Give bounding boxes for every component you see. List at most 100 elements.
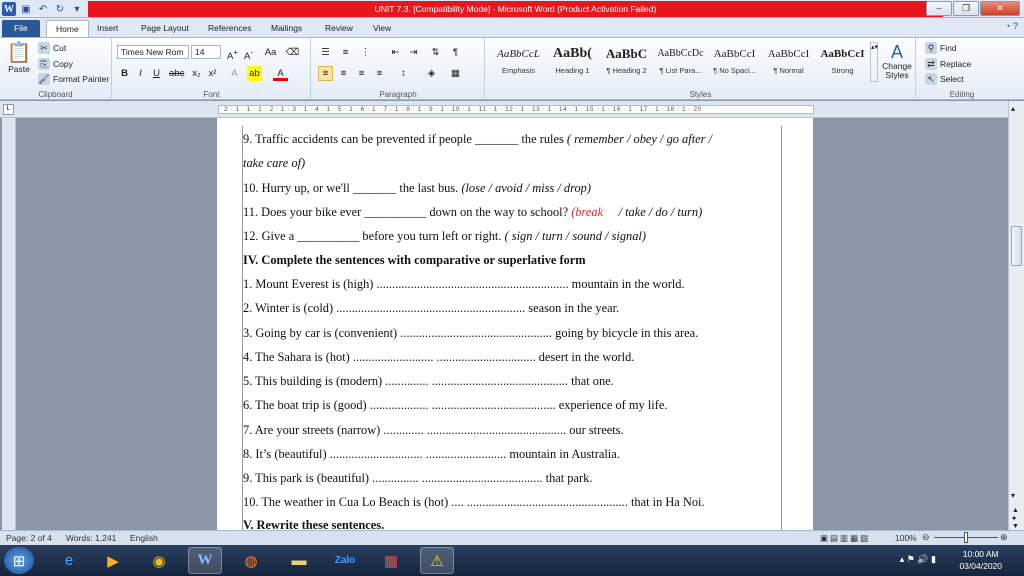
style-no-spacing[interactable]: AaBbCcI ¶ No Spaci...	[708, 42, 761, 82]
sentence-1[interactable]: 1. Mount Everest is (high) .............…	[243, 276, 685, 292]
chrome-icon[interactable]: ◉	[142, 547, 176, 574]
style-heading-2[interactable]: AaBbC ¶ Heading 2	[600, 42, 653, 82]
zoom-in-icon[interactable]: ⊕	[1000, 532, 1008, 543]
font-size-select[interactable]: 14	[191, 45, 221, 59]
font-color-icon[interactable]: A	[273, 66, 288, 81]
style-strong[interactable]: AaBbCcI Strong	[816, 42, 869, 82]
next-page-icon[interactable]: ▼	[1012, 523, 1019, 530]
browse-object-icon[interactable]: ●	[1012, 515, 1016, 522]
select-button[interactable]: ↖ Select	[925, 73, 964, 85]
increase-indent-icon[interactable]: ⇥	[406, 45, 421, 60]
tab-home[interactable]: Home	[46, 20, 89, 37]
underline-icon[interactable]: U	[149, 66, 164, 81]
file-explorer-icon[interactable]: ▬	[282, 547, 316, 574]
styles-scroll-icon[interactable]: ▴▾	[870, 42, 878, 82]
save-icon[interactable]: ▣	[19, 2, 33, 16]
replace-button[interactable]: ⇄ Replace	[925, 58, 971, 70]
tab-insert[interactable]: Insert	[88, 20, 127, 37]
align-center-icon[interactable]: ≡	[336, 66, 351, 81]
borders-icon[interactable]: ▦	[448, 66, 463, 81]
word-app-icon[interactable]: W	[2, 2, 16, 16]
tab-review[interactable]: Review	[316, 20, 362, 37]
align-left-icon[interactable]: ≡	[318, 66, 333, 81]
ruler-scale[interactable]: · 2 · 1 · 1 · 1 · 2 · 1 · 3 · 1 · 4 · 1 …	[218, 105, 814, 114]
superscript-icon[interactable]: x²	[205, 66, 220, 81]
shrink-font-icon[interactable]: A-	[241, 45, 256, 62]
tab-view[interactable]: View	[364, 20, 400, 37]
sentence-10[interactable]: 10. The weather in Cua Lo Beach is (hot)…	[243, 494, 705, 510]
italic-icon[interactable]: I	[133, 66, 148, 81]
format-painter-button[interactable]: 🖌 Format Painter	[38, 73, 109, 85]
minimize-button[interactable]: –	[926, 1, 952, 16]
word-count[interactable]: Words: 1,241	[66, 533, 116, 543]
cut-button[interactable]: ✂ Cut	[38, 42, 66, 54]
question-9-cont[interactable]: take care of)	[243, 155, 305, 171]
justify-icon[interactable]: ≡	[372, 66, 387, 81]
media-player-icon[interactable]: ▶	[96, 547, 130, 574]
zoom-level[interactable]: 100%	[895, 533, 917, 543]
grow-font-icon[interactable]: A+	[225, 45, 240, 62]
zoom-out-icon[interactable]: ⊖	[922, 532, 930, 543]
zoom-thumb[interactable]	[964, 532, 968, 543]
find-button[interactable]: ⚲ Find	[925, 42, 957, 54]
firefox-icon[interactable]: ◍	[234, 547, 268, 574]
prev-page-icon[interactable]: ▲	[1012, 507, 1019, 514]
style-normal[interactable]: AaBbCcI ¶ Normal	[762, 42, 815, 82]
tab-mailings[interactable]: Mailings	[262, 20, 311, 37]
paste-button[interactable]: 📋 Paste	[6, 42, 32, 74]
close-button[interactable]: ✕	[980, 1, 1020, 16]
sentence-4[interactable]: 4. The Sahara is (hot) .................…	[243, 349, 634, 365]
sentence-8[interactable]: 8. It’s (beautiful) ....................…	[243, 446, 620, 462]
question-12[interactable]: 12. Give a __________ before you turn le…	[243, 228, 646, 244]
sentence-9[interactable]: 9. This park is (beautiful) ............…	[243, 470, 592, 486]
style-list-paragraph[interactable]: AaBbCcDc ¶ List Para...	[654, 42, 707, 82]
help-icon[interactable]: ◔ ?	[1005, 21, 1018, 31]
scrollbar-thumb[interactable]	[1011, 226, 1022, 266]
sentence-3[interactable]: 3. Going by car is (convenient) ........…	[243, 325, 698, 341]
internet-explorer-icon[interactable]: e	[52, 547, 86, 574]
start-button[interactable]: ⊞	[4, 547, 34, 574]
style-emphasis[interactable]: AaBbCcL Emphasis	[492, 42, 545, 82]
tab-selector-icon[interactable]: L	[3, 104, 14, 115]
clear-formatting-icon[interactable]: ⌫	[285, 45, 300, 60]
redo-icon[interactable]: ↻	[53, 2, 67, 16]
clock[interactable]: 10:00 AM 03/04/2020	[959, 548, 1002, 572]
line-spacing-icon[interactable]: ↕	[396, 66, 411, 81]
word-taskbar-icon[interactable]: W	[188, 547, 222, 574]
bold-icon[interactable]: B	[117, 66, 132, 81]
font-family-select[interactable]: Times New Rom	[117, 45, 189, 59]
tab-file[interactable]: File	[2, 20, 40, 37]
sentence-6[interactable]: 6. The boat trip is (good) .............…	[243, 397, 667, 413]
change-styles-button[interactable]: A Change Styles	[882, 42, 912, 80]
question-9[interactable]: 9. Traffic accidents can be prevented if…	[243, 131, 712, 147]
highlight-icon[interactable]: ab	[247, 66, 262, 81]
align-right-icon[interactable]: ≡	[354, 66, 369, 81]
question-10[interactable]: 10. Hurry up, or we'll _______ the last …	[243, 180, 591, 196]
page-count[interactable]: Page: 2 of 4	[6, 533, 52, 543]
sort-icon[interactable]: ⇅	[428, 45, 443, 60]
zoom-slider[interactable]: ⊖ ⊕	[922, 532, 1010, 543]
sentence-5[interactable]: 5. This building is (modern) ...........…	[243, 373, 614, 389]
section-v-heading[interactable]: V. Rewrite these sentences.	[243, 517, 384, 530]
customize-qat-icon[interactable]: ▾	[70, 2, 84, 16]
copy-button[interactable]: ⎘ Copy	[38, 58, 73, 70]
decrease-indent-icon[interactable]: ⇤	[388, 45, 403, 60]
sentence-2[interactable]: 2. Winter is (cold) ....................…	[243, 300, 619, 316]
view-buttons[interactable]: ▣▤▥▦▧	[820, 533, 870, 544]
shading-icon[interactable]: ◈	[424, 66, 439, 81]
restore-button[interactable]: ❐	[953, 1, 979, 16]
language-indicator[interactable]: English	[130, 533, 158, 543]
scroll-down-icon[interactable]: ▾	[1011, 491, 1015, 500]
numbering-icon[interactable]: ≡	[338, 45, 353, 60]
undo-icon[interactable]: ↶	[36, 2, 50, 16]
question-11[interactable]: 11. Does your bike ever __________ down …	[243, 204, 702, 220]
activation-warning-icon[interactable]: ⚠	[420, 547, 454, 574]
pilcrow-icon[interactable]: ¶	[448, 45, 463, 60]
winrar-icon[interactable]: ▦	[374, 547, 408, 574]
multilevel-list-icon[interactable]: ⋮	[358, 45, 373, 60]
strikethrough-icon[interactable]: abc	[169, 66, 184, 81]
style-heading-1[interactable]: AaBb(Heading 1	[546, 42, 599, 82]
subscript-icon[interactable]: x₂	[189, 66, 204, 81]
system-tray[interactable]: ▴ ⚑ 🔊 ▮	[900, 554, 936, 565]
change-case-icon[interactable]: Aa	[263, 45, 278, 60]
